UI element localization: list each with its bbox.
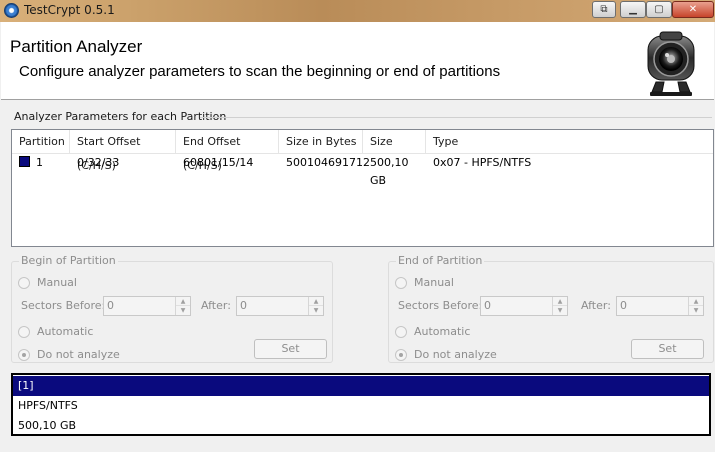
begin-do-not-analyze-radio[interactable] [18, 349, 30, 361]
cell-size-bytes: 500104691712 [286, 156, 370, 169]
wizard-header: Partition Analyzer Configure analyzer pa… [1, 22, 714, 100]
begin-of-partition-group: Begin of Partition Manual Sectors Before… [11, 254, 333, 363]
end-after-value: 0 [620, 299, 627, 312]
begin-do-not-analyze-label: Do not analyze [37, 348, 120, 361]
end-manual-radio[interactable] [395, 277, 407, 289]
spin-down-icon[interactable]: ▼ [689, 306, 703, 315]
spin-up-icon[interactable]: ▲ [309, 297, 323, 306]
begin-after-value: 0 [240, 299, 247, 312]
begin-sectors-before-stepper[interactable]: 0 ▲ ▼ [103, 296, 191, 316]
end-sectors-before-stepper[interactable]: 0 ▲ ▼ [480, 296, 568, 316]
end-after-arrows[interactable]: ▲ ▼ [688, 297, 703, 315]
end-automatic-label: Automatic [414, 325, 471, 338]
cell-partition: 1 [12, 154, 70, 172]
list-item[interactable]: HPFS/NTFS [13, 396, 709, 416]
table-header: Partition Start Offset (C/H/S) End Offse… [12, 130, 713, 172]
begin-sectors-before-label: Sectors Before: [21, 299, 106, 312]
column-header-size[interactable]: Size [363, 130, 426, 154]
end-do-not-analyze-label: Do not analyze [414, 348, 497, 361]
column-header-end-offset[interactable]: End Offset (C/H/S) [176, 130, 279, 172]
begin-automatic-radio[interactable] [18, 326, 30, 338]
end-sectors-before-value: 0 [484, 299, 491, 312]
end-after-label: After: [581, 299, 611, 312]
end-sectors-before-label: Sectors Before: [398, 299, 483, 312]
end-set-button[interactable]: Set [631, 339, 704, 359]
restore-down-button[interactable]: ⧉ [592, 1, 616, 18]
end-sectors-before-arrows[interactable]: ▲ ▼ [552, 297, 567, 315]
end-after-stepper[interactable]: 0 ▲ ▼ [616, 296, 704, 316]
list-item[interactable]: 500,10 GB [13, 416, 709, 436]
cell-start-offset: 0/32/33 [77, 156, 120, 169]
partition-number: 1 [36, 156, 43, 169]
end-do-not-analyze-radio[interactable] [395, 349, 407, 361]
app-icon [4, 3, 19, 18]
column-header-start-offset[interactable]: Start Offset (C/H/S) [70, 130, 176, 172]
spin-up-icon[interactable]: ▲ [553, 297, 567, 306]
column-header-size-bytes[interactable]: Size in Bytes [279, 130, 363, 154]
close-button[interactable]: ✕ [672, 1, 714, 18]
spin-down-icon[interactable]: ▼ [309, 306, 323, 315]
maximize-button[interactable]: ▢ [646, 1, 672, 18]
spin-down-icon[interactable]: ▼ [176, 306, 190, 315]
title-bar: TestCrypt 0.5.1 ⧉ ▁ ▢ ✕ [0, 0, 715, 22]
cell-end-offset: 60801/15/14 [183, 156, 254, 169]
partition-details-list[interactable]: [1] HPFS/NTFS 500,10 GB [11, 373, 711, 436]
end-of-partition-group: End of Partition Manual Sectors Before: … [388, 254, 714, 363]
begin-manual-radio[interactable] [18, 277, 30, 289]
begin-sectors-before-value: 0 [107, 299, 114, 312]
begin-manual-label: Manual [37, 276, 77, 289]
spin-up-icon[interactable]: ▲ [176, 297, 190, 306]
cell-size: 500,10 GB [370, 156, 409, 187]
cell-type: 0x07 - HPFS/NTFS [433, 156, 532, 169]
page-title: Partition Analyzer [10, 37, 143, 56]
begin-sectors-before-arrows[interactable]: ▲ ▼ [175, 297, 190, 315]
spin-up-icon[interactable]: ▲ [689, 297, 703, 306]
spin-down-icon[interactable]: ▼ [553, 306, 567, 315]
begin-group-title: Begin of Partition [19, 254, 118, 267]
end-automatic-radio[interactable] [395, 326, 407, 338]
end-manual-label: Manual [414, 276, 454, 289]
begin-automatic-label: Automatic [37, 325, 94, 338]
begin-after-arrows[interactable]: ▲ ▼ [308, 297, 323, 315]
partition-table[interactable]: Partition Start Offset (C/H/S) End Offse… [11, 129, 714, 247]
begin-after-label: After: [201, 299, 231, 312]
begin-set-button[interactable]: Set [254, 339, 327, 359]
minimize-button[interactable]: ▁ [620, 1, 646, 18]
column-header-partition[interactable]: Partition [12, 130, 70, 154]
begin-after-stepper[interactable]: 0 ▲ ▼ [236, 296, 324, 316]
group-divider [200, 117, 712, 118]
analyzer-parameters-label: Analyzer Parameters for each Partition [14, 110, 227, 123]
page-subtitle: Configure analyzer parameters to scan th… [19, 63, 501, 80]
column-header-type[interactable]: Type [426, 130, 713, 154]
list-item[interactable]: [1] [13, 376, 709, 396]
partition-color-swatch [19, 156, 30, 167]
window-title: TestCrypt 0.5.1 [24, 3, 115, 17]
end-group-title: End of Partition [396, 254, 485, 267]
webcam-logo-icon [647, 31, 695, 96]
table-row[interactable]: 1 0/32/33 60801/15/14 500104691712 500,1… [12, 154, 713, 187]
